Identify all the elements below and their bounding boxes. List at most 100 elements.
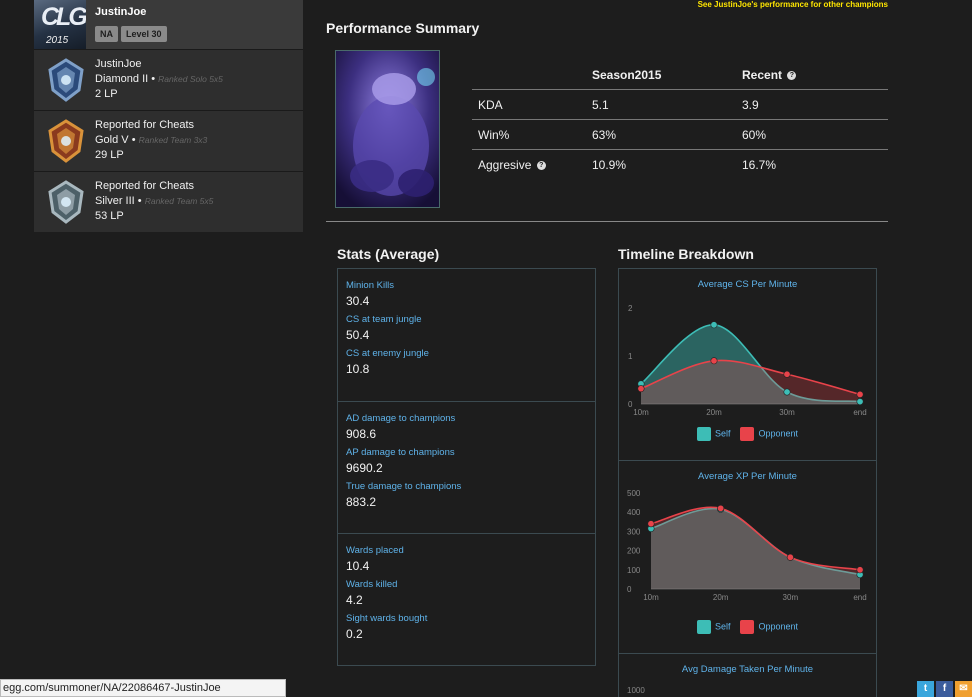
rank-entry[interactable]: Reported for Cheats Silver III • Ranked T… bbox=[34, 171, 303, 232]
facebook-icon[interactable]: f bbox=[936, 681, 953, 697]
header-recent: Recent ? bbox=[742, 68, 888, 82]
row-season: 63% bbox=[592, 127, 617, 142]
stat-label: Wards placed bbox=[346, 545, 404, 556]
rank-team-name[interactable]: Reported for Cheats bbox=[95, 180, 194, 192]
y-tick-label: 100 bbox=[627, 566, 641, 575]
legend-label: Opponent bbox=[758, 428, 799, 439]
performance-summary-title: Performance Summary bbox=[326, 20, 480, 36]
data-point-opponent bbox=[647, 520, 655, 528]
stat-item: True damage to champions 883.2 bbox=[346, 481, 587, 509]
chart-legend: Self Opponent bbox=[619, 620, 876, 634]
y-tick-label: 500 bbox=[627, 489, 641, 498]
stats-group: AD damage to champions 908.6 AP damage to … bbox=[337, 402, 596, 534]
twitter-icon[interactable]: t bbox=[917, 681, 934, 697]
cs-chart: 01210m 20m 30m end bbox=[628, 304, 867, 417]
rank-tier-line: Gold V • Ranked Team 3x3 bbox=[95, 134, 208, 146]
chart-title: Average CS Per Minute bbox=[697, 279, 798, 290]
rank-team-name[interactable]: JustinJoe bbox=[95, 58, 141, 70]
row-season: 5.1 bbox=[592, 97, 609, 112]
stat-item: Wards killed 4.2 bbox=[346, 579, 587, 607]
x-tick-label: 20m bbox=[713, 593, 729, 602]
summoner-name[interactable]: JustinJoe bbox=[95, 6, 146, 18]
share-icon[interactable]: ✉ bbox=[955, 681, 972, 697]
table-row: Aggresive ? 10.9% 16.7% bbox=[472, 150, 888, 180]
champion-portrait bbox=[335, 50, 440, 208]
other-champions-link[interactable]: See JustinJoe's performance for other ch… bbox=[698, 0, 888, 9]
region-badge: NA bbox=[95, 26, 118, 42]
stat-label: True damage to champions bbox=[346, 481, 462, 492]
data-point-opponent bbox=[637, 385, 645, 393]
stat-value: 50.4 bbox=[346, 328, 370, 342]
y-tick-label: 200 bbox=[627, 547, 641, 556]
stat-value: 908.6 bbox=[346, 427, 377, 441]
rank-queue: Ranked Solo 5x5 bbox=[158, 74, 223, 84]
rank-entry[interactable]: JustinJoe Diamond II • Ranked Solo 5x5 2 L… bbox=[34, 49, 303, 110]
stat-label: Sight wards bought bbox=[346, 613, 428, 624]
legend-label: Self bbox=[714, 621, 731, 632]
row-recent: 60% bbox=[742, 127, 767, 142]
stat-label: CS at enemy jungle bbox=[346, 348, 429, 359]
performance-header-row: Season2015 Recent ? bbox=[472, 60, 888, 90]
data-point-opponent bbox=[856, 390, 864, 398]
rank-queue: Ranked Team 5x5 bbox=[144, 196, 214, 206]
table-row: KDA 5.1 3.9 bbox=[472, 90, 888, 120]
row-label-text: Aggresive bbox=[478, 158, 532, 172]
data-point-opponent bbox=[783, 370, 791, 378]
rank-lp: 29 LP bbox=[95, 149, 124, 161]
profile-header[interactable]: CLG 2015 JustinJoe NA Level 30 bbox=[34, 0, 303, 49]
xp-chart: 0 100 200 300 400 500 10m 20m 30m end bbox=[627, 489, 867, 602]
x-tick-label: 30m bbox=[779, 408, 795, 417]
rank-emblem-icon bbox=[48, 58, 84, 102]
cs-chart-panel: Average CS Per Minute 0 1 2 10m 20m 30m end Se… bbox=[618, 268, 877, 461]
stat-label: AD damage to champions bbox=[346, 413, 456, 424]
legend-self[interactable]: Self bbox=[696, 620, 731, 634]
rank-tier: Gold V bbox=[95, 134, 129, 146]
data-point-self bbox=[783, 388, 791, 396]
stats-group: Wards placed 10.4 Wards killed 4.2 Sight war… bbox=[337, 534, 596, 666]
stats-title: Stats (Average) bbox=[337, 246, 440, 262]
rank-lp: 2 LP bbox=[95, 88, 118, 100]
stat-item: Sight wards bought 0.2 bbox=[346, 613, 587, 641]
timeline-panel: Average CS Per Minute 0 1 2 10m 20m 30m end Se… bbox=[618, 268, 877, 697]
rank-tier: Diamond II bbox=[95, 73, 149, 85]
stat-label: CS at team jungle bbox=[346, 314, 422, 325]
data-point-opponent bbox=[710, 357, 718, 365]
data-point-opponent bbox=[786, 553, 794, 561]
row-season: 10.9% bbox=[592, 158, 627, 172]
chart-legend: Self Opponent bbox=[619, 427, 876, 441]
help-icon[interactable]: ? bbox=[536, 161, 546, 171]
legend-self[interactable]: Self bbox=[696, 427, 730, 441]
y-tick-label: 2 bbox=[628, 304, 633, 313]
stat-label: Minion Kills bbox=[346, 280, 395, 291]
header-season: Season2015 bbox=[592, 67, 662, 82]
chart-title: Avg Damage Taken Per Minute bbox=[681, 664, 814, 675]
rank-team-name[interactable]: Reported for Cheats bbox=[95, 119, 194, 131]
chart-title: Average XP Per Minute bbox=[698, 471, 797, 482]
stat-item: AP damage to champions 9690.2 bbox=[346, 447, 587, 475]
x-tick-label: 20m bbox=[706, 408, 722, 417]
section-divider bbox=[326, 221, 888, 222]
row-label-aggressive: Aggresive ? bbox=[472, 158, 592, 172]
stat-item: Minion Kills 30.4 bbox=[346, 280, 587, 308]
stat-label: Wards killed bbox=[346, 579, 398, 590]
timeline-title: Timeline Breakdown bbox=[618, 246, 754, 262]
stat-value: 10.4 bbox=[346, 559, 370, 573]
stat-label: AP damage to champions bbox=[346, 447, 455, 458]
stat-value: 30.4 bbox=[346, 294, 370, 308]
stats-group: Minion Kills 30.4 CS at team jungle 50.4 CS … bbox=[337, 268, 596, 402]
stat-item: CS at enemy jungle 10.8 bbox=[346, 348, 587, 376]
stats-panel: Minion Kills 30.4 CS at team jungle 50.4 CS … bbox=[337, 268, 596, 666]
row-recent: 3.9 bbox=[742, 97, 759, 112]
legend-opponent[interactable]: Opponent bbox=[740, 427, 798, 441]
legend-opponent[interactable]: Opponent bbox=[740, 620, 798, 634]
data-point-opponent bbox=[856, 566, 864, 574]
help-icon[interactable]: ? bbox=[787, 70, 797, 80]
rank-entry[interactable]: Reported for Cheats Gold V • Ranked Team … bbox=[34, 110, 303, 171]
performance-table: Season2015 Recent ? KDA 5.1 3.9 Win% 63%… bbox=[472, 60, 888, 180]
data-point-opponent bbox=[717, 504, 725, 512]
header-recent-label: Recent bbox=[742, 67, 783, 82]
rank-emblem-icon bbox=[48, 119, 84, 163]
y-tick-label: 0 bbox=[627, 585, 632, 594]
legend-swatch-opponent bbox=[740, 427, 755, 441]
logo-mark: CLG bbox=[41, 3, 86, 31]
